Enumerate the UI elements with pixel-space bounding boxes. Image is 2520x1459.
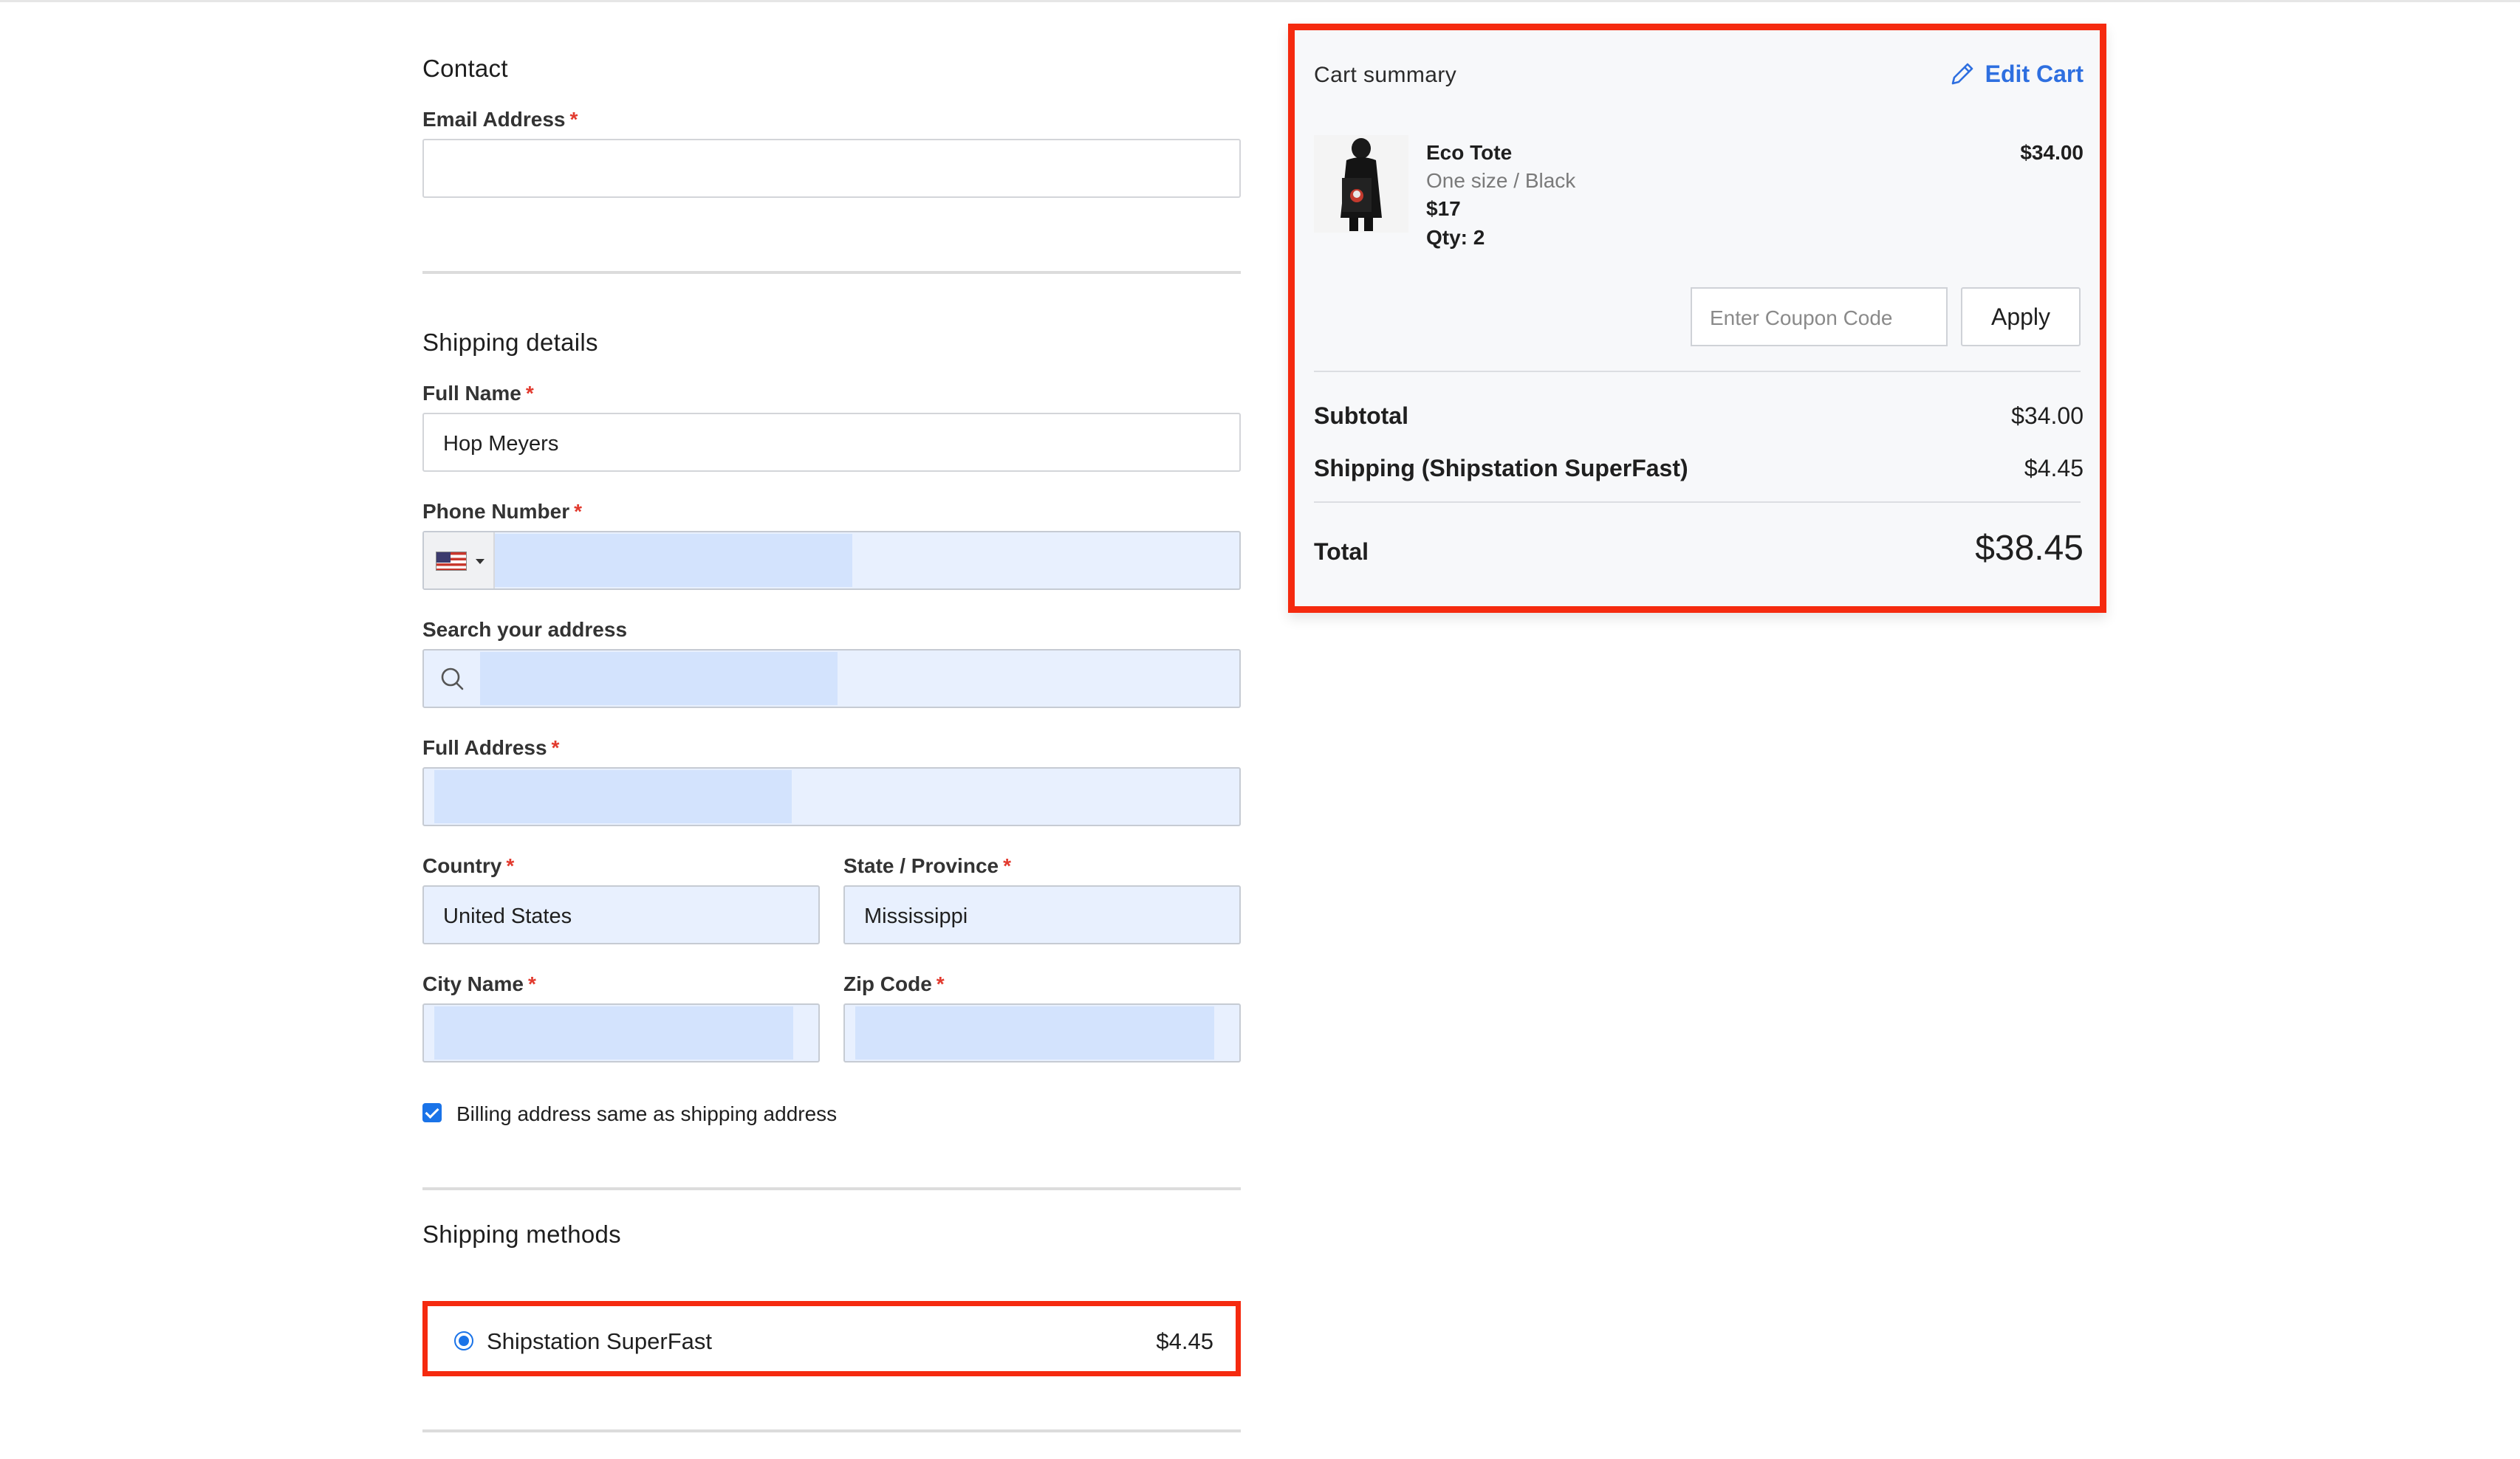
- full-name-field[interactable]: Hop Meyers: [422, 413, 1241, 472]
- shipping-option-superfast[interactable]: Shipstation SuperFast $4.45: [422, 1301, 1241, 1376]
- shipping-cost-value: $4.45: [2024, 455, 2084, 481]
- city-label-text: City Name: [422, 972, 524, 995]
- edit-cart-link[interactable]: Edit Cart: [1948, 60, 2084, 88]
- subtotal-value: $34.00: [2011, 402, 2084, 429]
- full-name-label: Full Name *: [422, 382, 534, 405]
- country-label-text: Country: [422, 854, 502, 877]
- country-label: Country *: [422, 854, 514, 878]
- us-flag-icon: [436, 552, 467, 571]
- email-label: Email Address *: [422, 108, 578, 131]
- shipping-details-section-title: Shipping details: [422, 329, 598, 356]
- product-image-eco-tote: [1314, 135, 1408, 233]
- autofill-highlight: [434, 1006, 793, 1060]
- required-mark: *: [525, 382, 534, 405]
- state-select[interactable]: Mississippi: [843, 885, 1241, 944]
- cart-item-qty: Qty: 2: [1426, 226, 1485, 249]
- required-mark: *: [1003, 854, 1011, 877]
- product-thumbnail: [1314, 135, 1408, 233]
- required-mark: *: [936, 972, 945, 995]
- required-mark: *: [506, 854, 515, 877]
- section-divider: [422, 1429, 1241, 1432]
- required-mark: *: [551, 736, 560, 759]
- full-name-field-value: Hop Meyers: [443, 432, 559, 456]
- required-mark: *: [569, 108, 578, 131]
- email-label-text: Email Address: [422, 108, 566, 131]
- apply-coupon-button[interactable]: Apply: [1961, 287, 2081, 346]
- city-field[interactable]: [422, 1003, 820, 1063]
- phone-label: Phone Number *: [422, 500, 582, 523]
- autofill-highlight: [495, 534, 852, 587]
- full-address-label-text: Full Address: [422, 736, 547, 759]
- section-divider: [422, 1187, 1241, 1190]
- state-label-text: State / Province: [843, 854, 999, 877]
- full-address-field[interactable]: [422, 767, 1241, 826]
- cart-divider: [1314, 501, 2081, 503]
- country-select-value: United States: [443, 904, 572, 928]
- email-field[interactable]: [422, 139, 1241, 198]
- caret-down-icon: [476, 559, 485, 564]
- shipping-cost-label: Shipping (Shipstation SuperFast): [1314, 455, 1688, 481]
- search-address-label: Search your address: [422, 618, 628, 641]
- shipping-methods-section-title: Shipping methods: [422, 1221, 621, 1248]
- billing-same-checkbox[interactable]: [422, 1103, 442, 1122]
- billing-same-label: Billing address same as shipping address: [456, 1102, 838, 1125]
- country-code-dropdown[interactable]: [424, 532, 495, 588]
- state-select-value: Mississippi: [864, 904, 968, 928]
- pencil-icon: [1951, 63, 1973, 85]
- subtotal-label: Subtotal: [1314, 402, 1408, 429]
- contact-section-title: Contact: [422, 55, 508, 82]
- total-label: Total: [1314, 538, 1369, 565]
- cart-item-name: Eco Tote: [1426, 141, 1513, 164]
- full-name-label-text: Full Name: [422, 382, 521, 405]
- phone-label-text: Phone Number: [422, 500, 570, 523]
- cart-summary-panel: Cart summary Edit Cart Eco Tote One size…: [1288, 24, 2106, 613]
- shipping-option-price: $4.45: [1156, 1328, 1213, 1354]
- zip-field[interactable]: [843, 1003, 1241, 1063]
- city-label: City Name *: [422, 972, 536, 996]
- search-icon: [441, 667, 464, 690]
- zip-label-text: Zip Code: [843, 972, 932, 995]
- required-mark: *: [527, 972, 536, 995]
- country-select[interactable]: United States: [422, 885, 820, 944]
- cart-divider: [1314, 371, 2081, 372]
- cart-item-line-total: $34.00: [2020, 141, 2084, 164]
- total-value: $38.45: [1975, 529, 2084, 568]
- section-divider: [422, 271, 1241, 274]
- autofill-highlight: [855, 1006, 1214, 1060]
- cart-summary-title: Cart summary: [1314, 63, 1457, 87]
- search-address-input[interactable]: [422, 649, 1241, 708]
- required-mark: *: [574, 500, 583, 523]
- state-label: State / Province *: [843, 854, 1011, 878]
- cart-item-unit-price: $17: [1426, 197, 1461, 220]
- autofill-highlight: [480, 652, 838, 705]
- autofill-highlight: [434, 770, 792, 823]
- coupon-code-input[interactable]: Enter Coupon Code: [1691, 287, 1948, 346]
- top-border: [0, 0, 2520, 2]
- phone-field[interactable]: [422, 531, 1241, 590]
- edit-cart-label: Edit Cart: [1985, 60, 2084, 87]
- full-address-label: Full Address *: [422, 736, 559, 760]
- cart-item-variant: One size / Black: [1426, 169, 1576, 192]
- shipping-option-name: Shipstation SuperFast: [487, 1328, 713, 1354]
- zip-label: Zip Code *: [843, 972, 945, 996]
- shipping-option-radio[interactable]: [454, 1331, 473, 1350]
